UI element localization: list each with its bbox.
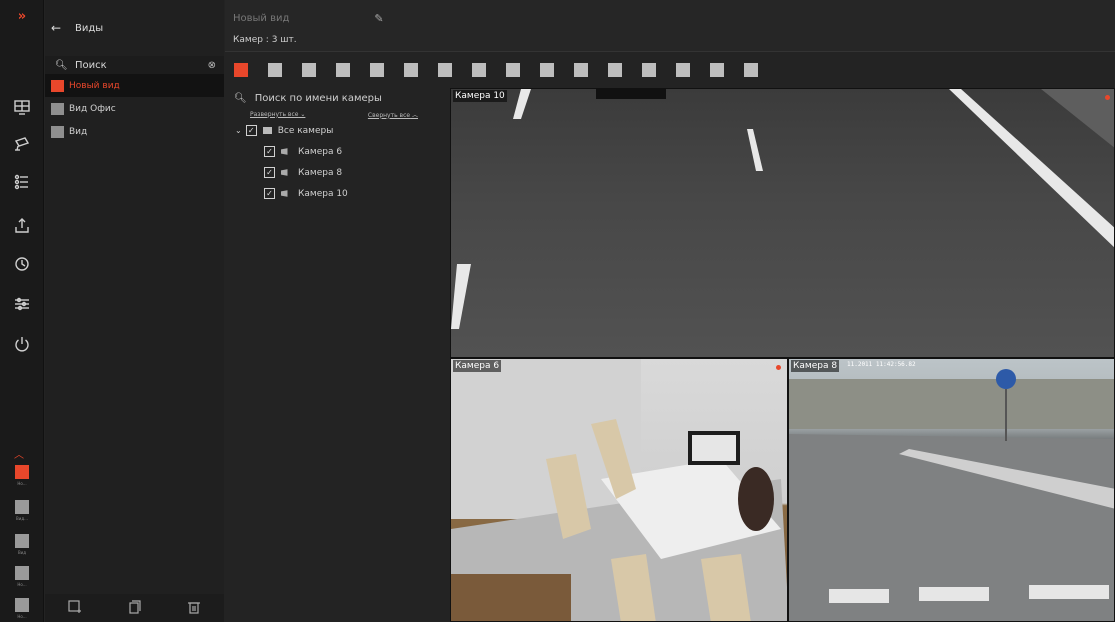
mini-view-3[interactable]: Но... <box>10 566 34 596</box>
view-item-office[interactable]: Вид Офис <box>45 97 224 120</box>
monitor-icon[interactable] <box>12 97 32 117</box>
mini-view-4[interactable]: Но... <box>10 598 34 622</box>
chevron-down-icon[interactable]: ⌄ <box>235 126 242 135</box>
mini-view-2[interactable]: Вид <box>10 534 34 564</box>
add-view-icon[interactable] <box>68 599 82 618</box>
layout-button-1[interactable] <box>234 63 248 77</box>
recording-indicator <box>1105 95 1110 100</box>
checkbox-checked[interactable]: ✓ <box>264 167 275 178</box>
main-area: Новый вид ✎ Камер : 3 шт. 🔍︎ Поиск по им… <box>225 0 1115 622</box>
arrow-left-icon[interactable]: ← <box>51 21 67 35</box>
layout-thumb-icon <box>51 125 64 138</box>
street-scene-image <box>789 369 1114 621</box>
layout-button-16[interactable] <box>744 63 758 77</box>
mini-view-1[interactable]: Вид... <box>10 500 34 530</box>
collapse-all-link[interactable]: Свернуть все ︿ <box>368 110 418 119</box>
layout-button-11[interactable] <box>574 63 588 77</box>
camera-feed-6[interactable]: Камера 6 <box>450 358 788 622</box>
camera-icon[interactable] <box>12 134 32 154</box>
camera-label: Камера 8 <box>298 167 343 178</box>
camera-feed-label: Камера 8 <box>791 360 840 372</box>
checkbox-checked[interactable]: ✓ <box>264 146 275 157</box>
layout-button-6[interactable] <box>404 63 418 77</box>
camera-tree: 🔍︎ Поиск по имени камеры Развернуть все … <box>225 88 450 622</box>
layout-button-12[interactable] <box>608 63 622 77</box>
camera-feed-10[interactable]: Камера 10 <box>450 88 1115 358</box>
tree-camera-10[interactable]: ✓ Камера 10 <box>225 183 450 204</box>
layout-button-8[interactable] <box>472 63 486 77</box>
layout-button-14[interactable] <box>676 63 690 77</box>
list-settings-icon[interactable] <box>12 172 32 192</box>
folder-icon <box>262 127 272 134</box>
layout-button-13[interactable] <box>642 63 656 77</box>
views-footer <box>45 594 224 622</box>
search-icon: 🔍︎ <box>55 59 68 71</box>
main-header: Новый вид ✎ Камер : 3 шт. <box>225 0 1115 52</box>
view-item-new[interactable]: Новый вид <box>45 74 224 97</box>
view-item-label: Вид Офис <box>69 103 116 114</box>
layout-button-9[interactable] <box>506 63 520 77</box>
views-search[interactable]: 🔍︎ Поиск ⊗ <box>45 56 224 74</box>
app-window: » ︿ Но... Вид... Вид Но... Но... ← Виды … <box>0 0 1115 622</box>
camera-feed-label: Камера 6 <box>453 360 502 372</box>
views-panel: ← Виды 🔍︎ Поиск ⊗ Новый вид Вид Офис Вид <box>45 0 224 622</box>
layout-button-2[interactable] <box>268 63 282 77</box>
left-rail: » ︿ Но... Вид... Вид Но... Но... <box>0 0 44 622</box>
layout-thumb-icon <box>51 79 64 92</box>
tree-root[interactable]: ⌄ ✓ Все камеры <box>225 120 450 141</box>
tree-camera-6[interactable]: ✓ Камера 6 <box>225 141 450 162</box>
camera-icon <box>281 148 292 155</box>
camera-count: Камер : 3 шт. <box>233 35 297 45</box>
camera-icon <box>281 190 292 197</box>
view-item-view[interactable]: Вид <box>45 120 224 143</box>
layout-button-10[interactable] <box>540 63 554 77</box>
views-title: Виды <box>75 22 104 34</box>
camera-feed-label: Камера 10 <box>453 90 507 102</box>
tree-camera-8[interactable]: ✓ Камера 8 <box>225 162 450 183</box>
layout-button-3[interactable] <box>302 63 316 77</box>
history-icon[interactable] <box>12 254 32 274</box>
view-name-input[interactable]: Новый вид <box>233 13 289 24</box>
views-search-input[interactable]: Поиск <box>75 60 208 71</box>
layout-button-4[interactable] <box>336 63 350 77</box>
copy-icon[interactable] <box>127 599 142 618</box>
camera-label: Камера 10 <box>298 188 348 199</box>
mini-view-0[interactable]: Но... <box>10 465 34 495</box>
chevron-up-icon[interactable]: ︿ <box>14 446 24 461</box>
sliders-icon[interactable] <box>12 294 32 314</box>
trash-icon[interactable] <box>187 599 201 618</box>
layout-button-15[interactable] <box>710 63 724 77</box>
export-icon[interactable] <box>12 216 32 236</box>
checkbox-checked[interactable]: ✓ <box>245 125 257 136</box>
tree-root-label: Все камеры <box>277 125 334 136</box>
layout-button-7[interactable] <box>438 63 452 77</box>
timestamp-overlay: 11.2011 11:42:56.82 <box>847 361 916 368</box>
layout-toolbar <box>225 52 1115 88</box>
camera-search[interactable]: 🔍︎ Поиск по имени камеры <box>225 88 450 108</box>
power-icon[interactable] <box>12 334 32 354</box>
camera-search-input[interactable]: Поиск по имени камеры <box>255 93 382 104</box>
camera-icon <box>281 169 292 176</box>
office-scene-image <box>451 359 787 621</box>
expand-all-link[interactable]: Развернуть все ⌄ <box>250 111 305 118</box>
clear-icon[interactable]: ⊗ <box>208 60 216 71</box>
views-header: ← Виды <box>45 0 224 56</box>
edit-pencil-icon[interactable]: ✎ <box>374 12 383 25</box>
layout-thumb-icon <box>51 102 64 115</box>
recording-indicator <box>776 365 781 370</box>
tree-links: Развернуть все ⌄ Свернуть все ︿ <box>225 108 450 120</box>
view-item-label: Вид <box>69 126 88 137</box>
camera-label: Камера 6 <box>298 146 343 157</box>
search-icon: 🔍︎ <box>234 92 247 104</box>
layout-button-5[interactable] <box>370 63 384 77</box>
camera-feed-8[interactable]: Камера 8 11.2011 11:42:56.82 <box>788 358 1115 622</box>
view-item-label: Новый вид <box>69 80 120 91</box>
road-scene-image <box>451 89 1114 329</box>
checkbox-checked[interactable]: ✓ <box>264 188 275 199</box>
expand-rail-icon[interactable]: » <box>0 0 44 32</box>
